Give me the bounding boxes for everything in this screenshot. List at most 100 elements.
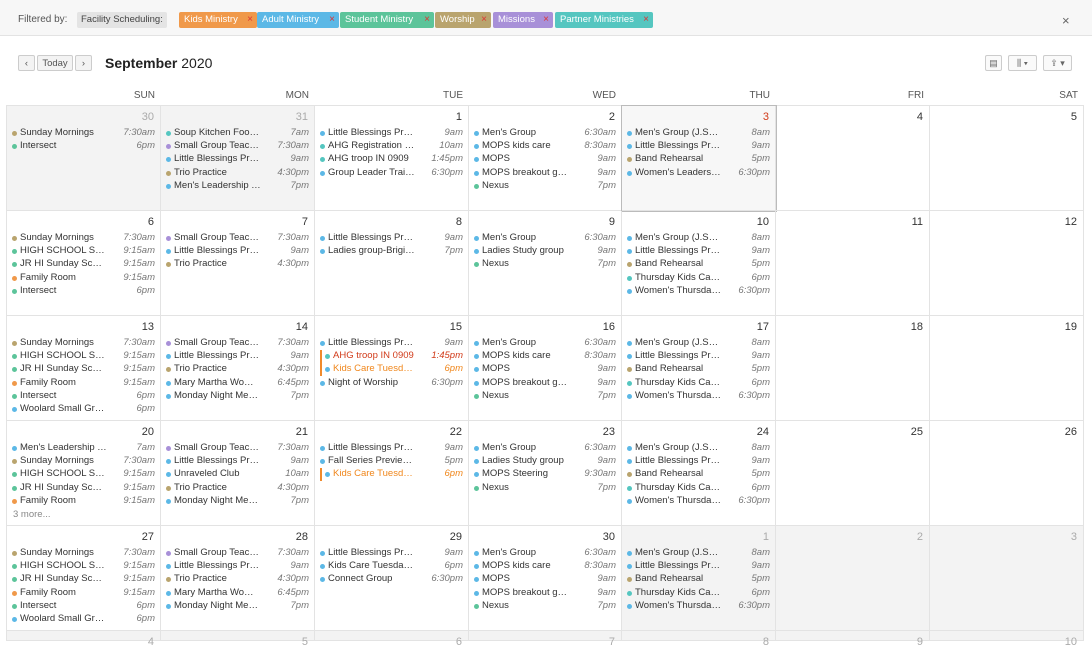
day-number[interactable]: 19 [1065,321,1077,333]
day-cell[interactable]: 5 [930,106,1084,211]
day-number[interactable]: 22 [450,426,462,438]
event-item[interactable]: Nexus 7pm [474,390,616,403]
event-item[interactable]: MOPS 9am [474,573,616,586]
event-item[interactable]: JR HI Sunday School 9:15am [12,482,155,495]
day-cell[interactable]: 31 Soup Kitchen Food Prep 7am Small Group T… [161,106,315,211]
day-cell[interactable]: 14 Small Group Teachi… 7:30am Little Blessi… [161,316,315,421]
day-number[interactable]: 14 [296,321,308,333]
day-number[interactable]: 25 [911,426,923,438]
filter-chip[interactable]: Adult Ministry × [257,12,339,28]
event-item[interactable]: Men's Leadership Train… 7pm [166,180,309,193]
event-item[interactable]: Nexus 7pm [474,600,616,613]
day-cell[interactable]: 4 [7,631,161,648]
day-number[interactable]: 8 [456,216,462,228]
event-item[interactable]: Monday Night Men's Pr… 7pm [166,600,309,613]
event-item[interactable]: MOPS breakout groups 9am [474,377,616,390]
event-item[interactable]: Intersect 6pm [12,390,155,403]
day-number[interactable]: 6 [148,216,154,228]
day-cell[interactable]: 20 Men's Leadership Team 7am Sunday Morning… [7,421,161,526]
event-item[interactable]: Trio Practice 4:30pm [166,573,309,586]
event-item[interactable]: Men's Group (J.Smith) 8am [627,127,770,140]
day-number[interactable]: 2 [609,111,615,123]
event-item[interactable]: Woolard Small Group 6pm [12,403,155,416]
day-cell[interactable]: 10 [930,631,1084,648]
event-item[interactable]: HIGH SCHOOL Sun… 9:15am [12,350,155,363]
event-item[interactable]: Women's Leadershi… 6:30pm [627,167,770,180]
event-item[interactable]: MOPS 9am [474,363,616,376]
day-number[interactable]: 11 [912,216,923,228]
day-number[interactable]: 9 [917,636,923,648]
day-number[interactable]: 26 [1065,426,1077,438]
day-cell[interactable]: 7 [469,631,622,648]
event-item[interactable]: Little Blessings Presch… 9am [320,127,463,140]
event-item[interactable]: Sunday Mornings 7:30am [12,337,155,350]
event-item[interactable]: Nexus 7pm [474,258,616,271]
day-number[interactable]: 17 [757,321,769,333]
day-number[interactable]: 8 [763,636,769,648]
event-item[interactable]: Woolard Small Group 6pm [12,613,155,626]
day-cell[interactable]: 21 Small Group Teachi… 7:30am Little Blessi… [161,421,315,526]
day-cell[interactable]: 11 [776,211,930,316]
day-cell[interactable]: 1 Little Blessings Presch… 9am AHG Registra… [315,106,469,211]
day-number[interactable]: 10 [757,216,769,228]
event-item[interactable]: Small Group Teachi… 7:30am [166,547,309,560]
event-item[interactable]: AHG troop IN 0909 1:45pm [320,153,463,166]
event-item[interactable]: Kids Care Tuesday F… 6pm [320,468,463,482]
day-cell[interactable]: 29 Little Blessings Presch… 9am Kids Care T… [315,526,469,631]
day-number[interactable]: 3 [1071,531,1077,543]
event-item[interactable]: Mary Martha Wome… 6:45pm [166,587,309,600]
day-cell[interactable]: 7 Small Group Teachi… 7:30am Little Blessin… [161,211,315,316]
day-number[interactable]: 6 [456,636,462,648]
event-item[interactable]: MOPS 9am [474,153,616,166]
event-item[interactable]: Sunday Mornings 7:30am [12,232,155,245]
event-item[interactable]: Women's Thursday … 6:30pm [627,495,770,508]
event-item[interactable]: Family Room 9:15am [12,495,155,508]
event-item[interactable]: HIGH SCHOOL Sun… 9:15am [12,245,155,258]
event-item[interactable]: HIGH SCHOOL Sun… 9:15am [12,560,155,573]
event-item[interactable]: Men's Group (J.Smith) 8am [627,547,770,560]
day-cell[interactable]: 17 Men's Group (J.Smith) 8am Little Blessin… [622,316,776,421]
event-item[interactable]: HIGH SCHOOL Sun… 9:15am [12,468,155,481]
day-number[interactable]: 4 [917,111,923,123]
day-number[interactable]: 2 [917,531,923,543]
event-item[interactable]: Men's Group (J.Smith) 8am [627,232,770,245]
event-item[interactable]: Trio Practice 4:30pm [166,258,309,271]
day-cell[interactable]: 1 Men's Group (J.Smith) 8am Little Blessing… [622,526,776,631]
event-item[interactable]: MOPS Steering 9:30am [474,468,616,481]
day-number[interactable]: 7 [609,636,615,648]
remove-filter-icon[interactable]: × [329,12,335,28]
day-cell[interactable]: 19 [930,316,1084,421]
day-cell[interactable]: 6 Sunday Mornings 7:30am HIGH SCHOOL Sun… 9:… [7,211,161,316]
day-number[interactable]: 27 [142,531,154,543]
day-number[interactable]: 4 [148,636,154,648]
day-number[interactable]: 5 [302,636,308,648]
event-item[interactable]: Women's Thursday … 6:30pm [627,390,770,403]
filter-chip[interactable]: Kids Ministry × [179,12,257,28]
day-number[interactable]: 13 [142,321,154,333]
event-item[interactable]: Women's Thursday … 6:30pm [627,285,770,298]
prev-month-button[interactable]: ‹ [18,55,35,71]
event-item[interactable]: Men's Group 6:30am [474,442,616,455]
day-number[interactable]: 31 [296,111,308,123]
event-item[interactable]: JR HI Sunday School 9:15am [12,363,155,376]
event-item[interactable]: Little Blessings Presch… 9am [627,245,770,258]
event-item[interactable]: Little Blessings Presch… 9am [166,153,309,166]
day-cell[interactable]: 18 [776,316,930,421]
day-cell[interactable]: 8 [622,631,776,648]
event-item[interactable]: Thursday Kids Care F20 6pm [627,587,770,600]
next-month-button[interactable]: › [75,55,92,71]
event-item[interactable]: MOPS kids care 8:30am [474,350,616,363]
event-item[interactable]: Sunday Mornings 7:30am [12,127,155,140]
event-item[interactable]: Nexus 7pm [474,482,616,495]
event-item[interactable]: Band Rehearsal 5pm [627,258,770,271]
day-cell[interactable]: 10 Men's Group (J.Smith) 8am Little Blessin… [622,211,776,316]
day-number[interactable]: 5 [1071,111,1077,123]
today-button[interactable]: Today [37,55,73,71]
day-cell[interactable]: 6 [315,631,469,648]
event-item[interactable]: Sunday Mornings 7:30am [12,547,155,560]
filter-chip[interactable]: Missions × [493,12,553,28]
event-item[interactable]: Group Leader Traini… 6:30pm [320,167,463,180]
event-item[interactable]: Kids Care Tuesday F… 6pm [320,363,463,377]
event-item[interactable]: MOPS breakout groups 9am [474,587,616,600]
remove-filter-icon[interactable]: × [481,12,487,28]
